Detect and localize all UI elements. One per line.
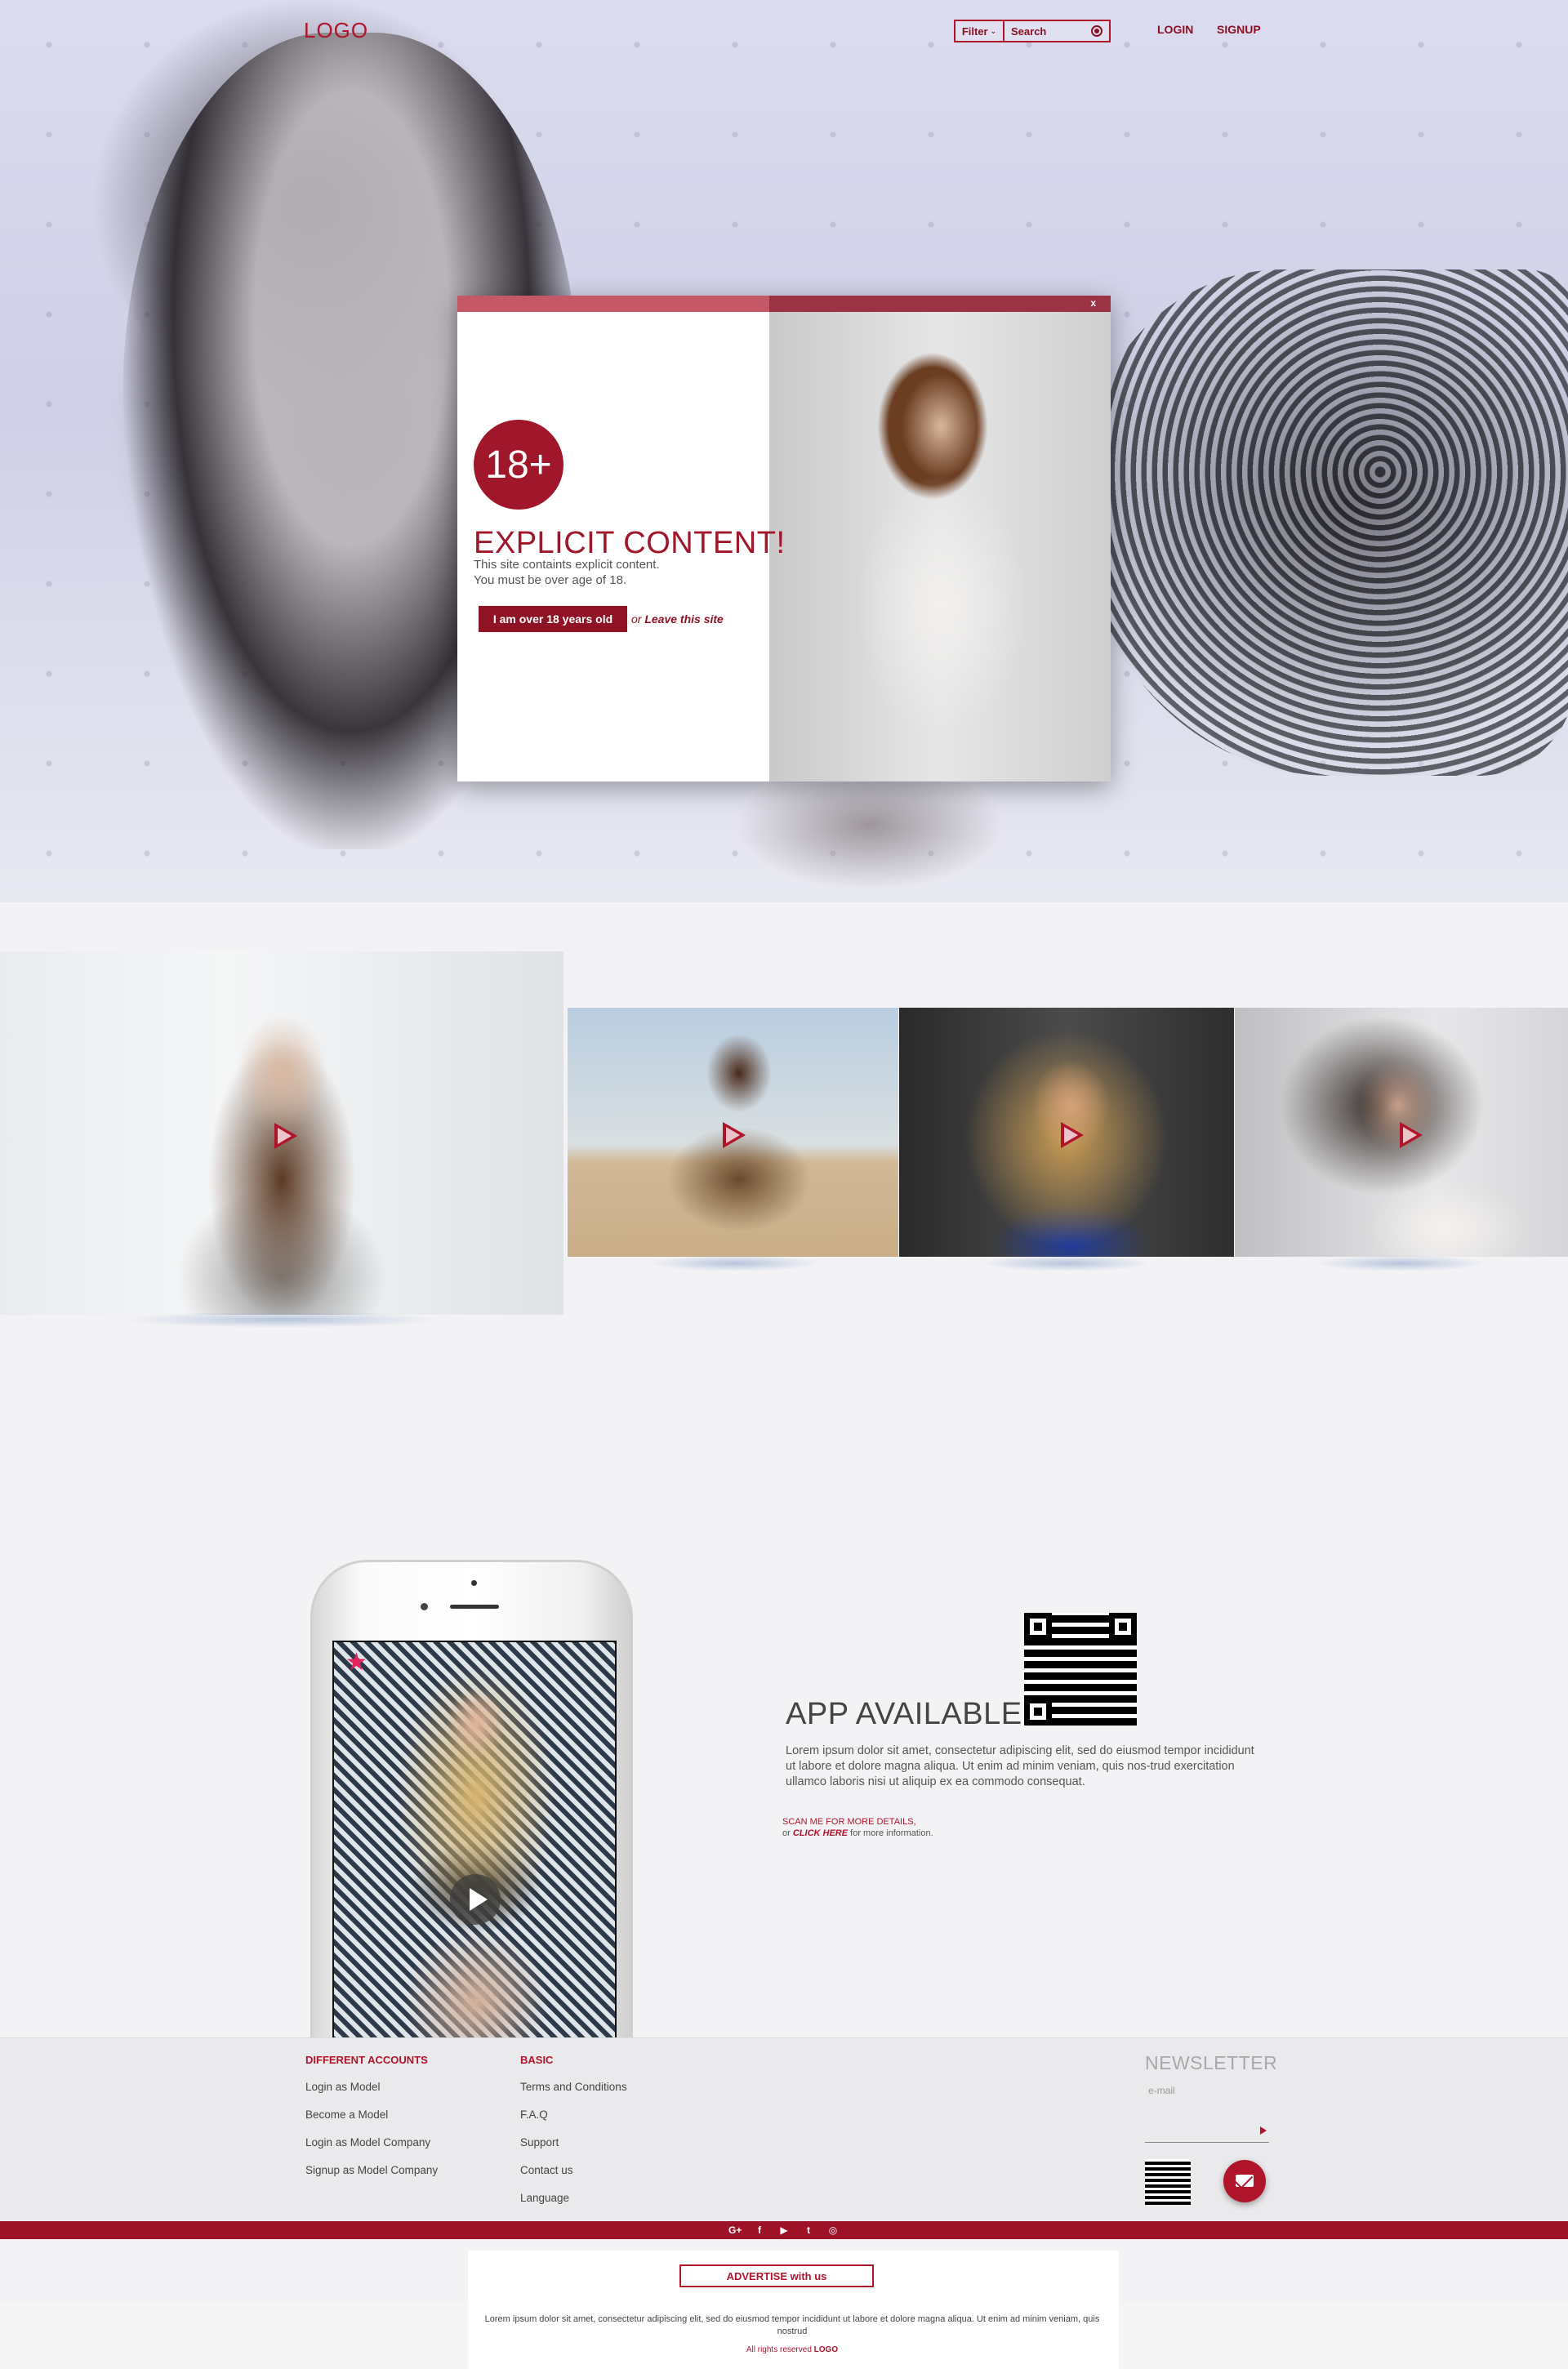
age-verification-modal: x 18+ EXPLICIT CONTENT! This site contai… — [457, 296, 1111, 782]
play-icon[interactable] — [1061, 1122, 1084, 1148]
modal-description: This site containts explicit content. Yo… — [474, 557, 660, 588]
footer-link-terms[interactable]: Terms and Conditions — [520, 2081, 627, 2093]
modal-description-line-2: You must be over age of 18. — [474, 573, 627, 587]
facebook-icon[interactable]: f — [753, 2224, 766, 2236]
app-available-title: APP AVAILABLE — [786, 1697, 1022, 1731]
gallery-item[interactable] — [1235, 1008, 1568, 1257]
gallery-item[interactable] — [899, 1008, 1234, 1257]
twitter-icon[interactable]: t — [802, 2224, 815, 2236]
modal-model-photo — [769, 312, 1111, 782]
qr-finder — [1109, 1613, 1137, 1641]
chevron-down-icon: ⌄ — [990, 26, 997, 35]
leave-site-wrapper: or Leave this site — [631, 612, 724, 626]
bottom-description: Lorem ipsum dolor sit amet, consectetur … — [484, 2314, 1100, 2336]
modal-top-bar-right — [769, 296, 1111, 312]
signup-link[interactable]: SIGNUP — [1217, 23, 1261, 36]
send-arrow-icon[interactable] — [1260, 2126, 1267, 2135]
filter-dropdown[interactable]: Filter ⌄ — [956, 21, 1004, 41]
leave-site-link[interactable]: Leave this site — [644, 612, 724, 626]
footer-link-faq[interactable]: F.A.Q — [520, 2108, 548, 2121]
qr-finder — [1024, 1698, 1052, 1726]
email-field-underline — [1145, 2142, 1269, 2143]
phone-screen: ★ — [332, 1641, 617, 2044]
mail-icon[interactable] — [1223, 2160, 1266, 2202]
phone-sensor — [471, 1580, 477, 1586]
search-icon[interactable] — [1091, 25, 1102, 37]
qr-code[interactable] — [1024, 1613, 1137, 1726]
google-plus-icon[interactable]: G+ — [728, 2224, 742, 2236]
footer-link-support[interactable]: Support — [520, 2136, 559, 2149]
more-info-text: for more information. — [850, 1828, 933, 1838]
gallery-shadow — [980, 1255, 1152, 1271]
footer-col-basic-title: BASIC — [520, 2054, 554, 2066]
gallery-shadow — [649, 1255, 821, 1271]
app-description: Lorem ipsum dolor sit amet, consectetur … — [786, 1744, 1254, 1788]
qr-finder — [1024, 1613, 1052, 1641]
social-bar: G+ f ▶ t ◎ — [0, 2221, 1568, 2239]
newsletter-title: NEWSLETTER — [1145, 2052, 1278, 2073]
search-bar[interactable]: Filter ⌄ Search — [954, 20, 1111, 42]
gallery-item[interactable] — [568, 1008, 898, 1257]
play-icon[interactable] — [1400, 1122, 1423, 1148]
footer-link-signup-company[interactable]: Signup as Model Company — [305, 2164, 438, 2176]
or-text: or — [782, 1828, 791, 1838]
age-badge: 18+ — [474, 420, 564, 510]
star-icon[interactable]: ★ — [345, 1650, 368, 1675]
copyright-text: All rights reserved — [746, 2345, 812, 2354]
phone-mockup: ★ — [310, 1560, 633, 2044]
gallery-item-featured[interactable] — [0, 951, 564, 1315]
login-link[interactable]: LOGIN — [1157, 23, 1193, 36]
copyright: All rights reserved LOGO — [474, 2345, 1111, 2354]
site-logo[interactable]: LOGO — [304, 18, 368, 43]
youtube-icon[interactable]: ▶ — [777, 2224, 791, 2236]
footer — [0, 2037, 1568, 2221]
qr-code-small — [1145, 2159, 1191, 2205]
play-button-icon[interactable] — [450, 1874, 501, 1925]
filter-label: Filter — [961, 24, 988, 38]
footer-link-language[interactable]: Language — [520, 2192, 569, 2204]
click-here-line: or CLICK HERE for more information. — [782, 1828, 933, 1839]
footer-link-contact[interactable]: Contact us — [520, 2164, 573, 2176]
footer-link-login-company[interactable]: Login as Model Company — [305, 2136, 430, 2149]
footer-col-accounts-title: DIFFERENT ACCOUNTS — [305, 2054, 428, 2066]
phone-camera — [421, 1603, 428, 1610]
play-icon[interactable] — [274, 1123, 297, 1149]
instagram-icon[interactable]: ◎ — [826, 2224, 840, 2236]
gallery-shadow — [122, 1311, 441, 1328]
hero-lace-detail — [1086, 269, 1568, 776]
modal-title: EXPLICIT CONTENT! — [474, 526, 786, 560]
email-field[interactable]: e-mail — [1148, 2085, 1175, 2096]
close-icon[interactable]: x — [1090, 297, 1096, 309]
advertise-button[interactable]: ADVERTISE with us — [679, 2264, 874, 2287]
phone-speaker — [450, 1605, 499, 1609]
scan-text: SCAN ME FOR MORE DETAILS, — [782, 1817, 916, 1827]
confirm-age-button[interactable]: I am over 18 years old — [479, 606, 627, 632]
copyright-logo: LOGO — [813, 2345, 839, 2354]
footer-link-become-model[interactable]: Become a Model — [305, 2108, 388, 2121]
click-here-link[interactable]: CLICK HERE — [793, 1828, 848, 1838]
hero-banner: LOGO Filter ⌄ Search LOGIN SIGNUP x 18+ … — [0, 0, 1568, 902]
or-text: or — [631, 612, 642, 626]
footer-link-login-model[interactable]: Login as Model — [305, 2081, 381, 2093]
search-input[interactable]: Search — [1004, 25, 1091, 38]
modal-description-line-1: This site containts explicit content. — [474, 558, 660, 572]
gallery-shadow — [1315, 1255, 1486, 1271]
play-icon[interactable] — [723, 1122, 746, 1148]
